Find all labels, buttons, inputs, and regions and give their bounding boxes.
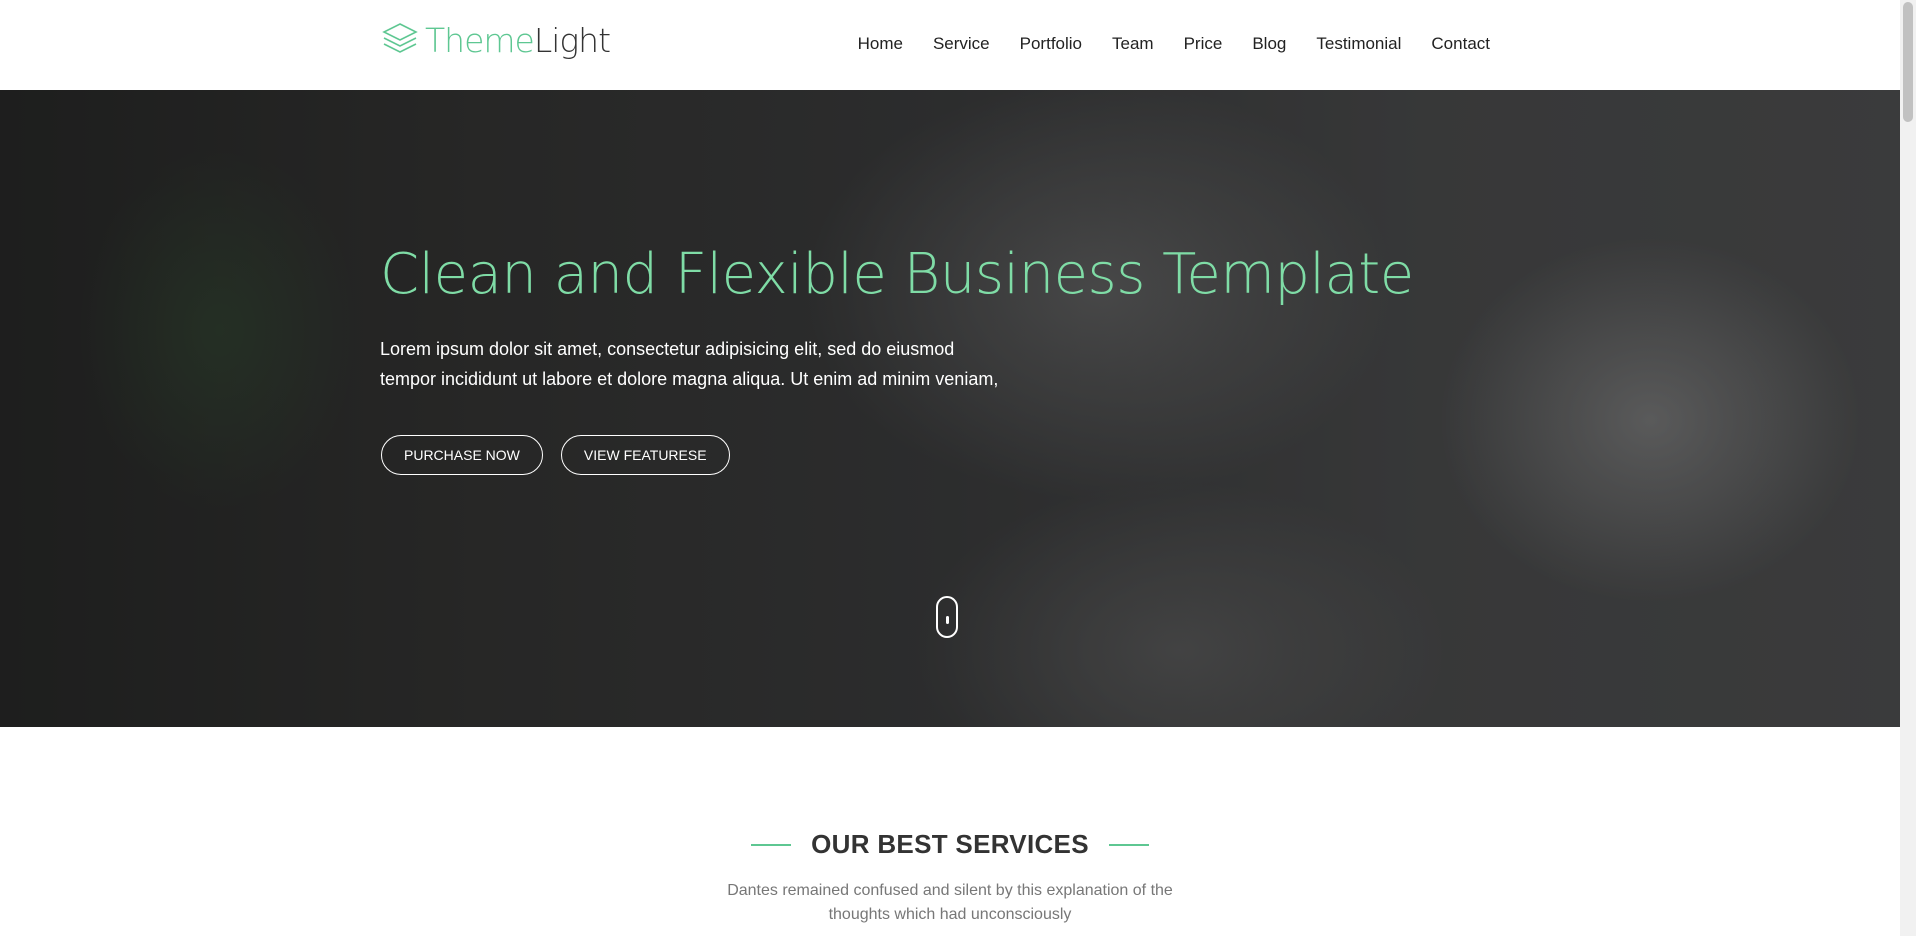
page-scrollbar[interactable] xyxy=(1900,0,1916,936)
services-description-line-1: Dantes remained confused and silent by t… xyxy=(727,882,1173,899)
services-section: OUR BEST SERVICES Dantes remained confus… xyxy=(0,727,1900,936)
hero-description-line-1: Lorem ipsum dolor sit amet, consectetur … xyxy=(380,339,955,359)
purchase-now-button[interactable]: PURCHASE NOW xyxy=(381,435,543,475)
logo-text-theme: Theme xyxy=(425,20,535,60)
services-description: Dantes remained confused and silent by t… xyxy=(0,879,1900,927)
heading-line-right xyxy=(1108,843,1149,846)
main-nav: Home Service Portfolio Team Price Blog T… xyxy=(828,33,1490,55)
scroll-wheel-dot xyxy=(946,616,949,624)
services-heading: OUR BEST SERVICES xyxy=(0,829,1900,860)
layers-icon xyxy=(381,21,419,59)
view-features-button[interactable]: VIEW FEATURESE xyxy=(560,435,730,475)
heading-line-left xyxy=(751,843,792,846)
nav-blog[interactable]: Blog xyxy=(1252,33,1286,55)
nav-portfolio[interactable]: Portfolio xyxy=(1020,33,1082,55)
nav-testimonial[interactable]: Testimonial xyxy=(1316,33,1401,55)
nav-price[interactable]: Price xyxy=(1184,33,1223,55)
mouse-scroll-icon[interactable] xyxy=(936,596,958,638)
hero-description: Lorem ipsum dolor sit amet, consectetur … xyxy=(380,334,1020,394)
nav-service[interactable]: Service xyxy=(933,33,990,55)
hero-buttons: PURCHASE NOW VIEW FEATURESE xyxy=(381,435,748,475)
services-title: OUR BEST SERVICES xyxy=(811,829,1089,859)
site-header: ThemeLight Home Service Portfolio Team P… xyxy=(0,0,1900,90)
hero-section: Clean and Flexible Business Template Lor… xyxy=(0,90,1900,727)
logo[interactable]: ThemeLight xyxy=(381,19,611,61)
logo-text: ThemeLight xyxy=(425,20,611,60)
hero-title: Clean and Flexible Business Template xyxy=(380,242,1414,307)
hero-description-line-2: tempor incididunt ut labore et dolore ma… xyxy=(380,369,999,389)
nav-home[interactable]: Home xyxy=(858,33,903,55)
logo-text-light: Light xyxy=(533,20,611,60)
scrollbar-thumb[interactable] xyxy=(1903,2,1913,122)
nav-contact[interactable]: Contact xyxy=(1431,33,1490,55)
nav-team[interactable]: Team xyxy=(1112,33,1154,55)
services-description-line-2: thoughts which had unconsciously xyxy=(828,906,1072,923)
